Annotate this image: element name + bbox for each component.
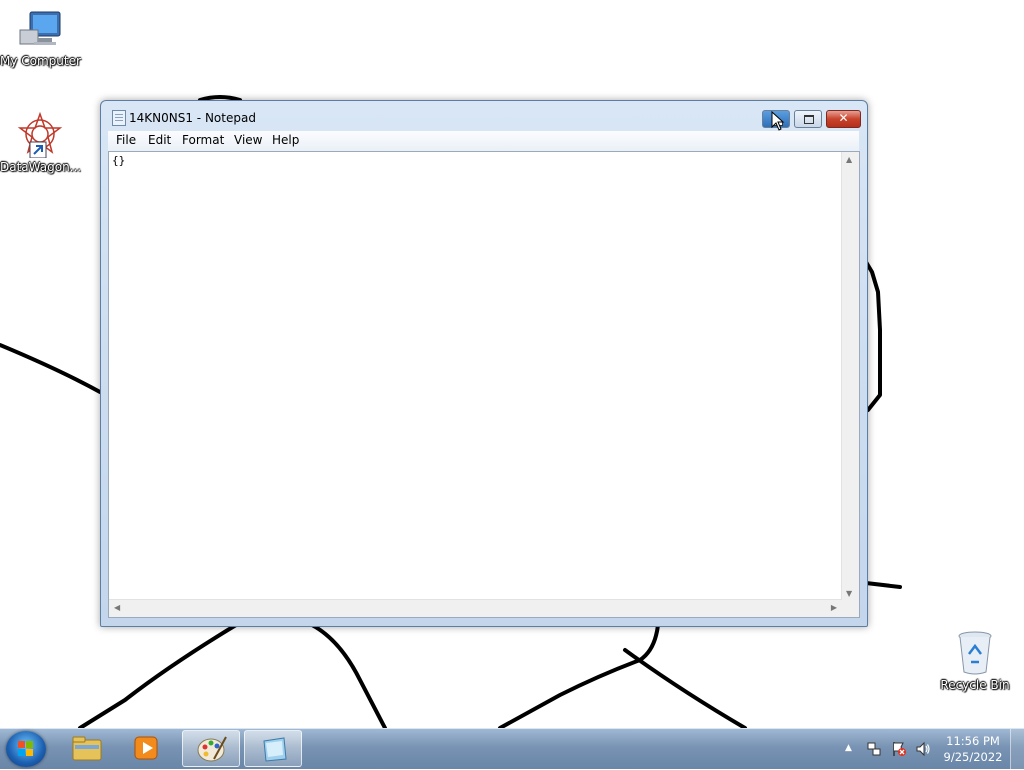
volume-speaker-icon[interactable] bbox=[915, 741, 931, 757]
menu-view[interactable]: View bbox=[234, 133, 262, 147]
menu-format[interactable]: Format bbox=[182, 133, 224, 147]
scroll-right-arrow-icon[interactable]: ▶ bbox=[831, 603, 837, 612]
taskbar-media-player-button[interactable] bbox=[118, 730, 176, 767]
menu-file[interactable]: File bbox=[116, 133, 136, 147]
desktop-icon-label: Recycle Bin bbox=[940, 678, 1010, 692]
show-desktop-button[interactable] bbox=[1010, 729, 1024, 769]
scroll-up-arrow-icon[interactable]: ▲ bbox=[846, 155, 852, 164]
notepad-icon bbox=[263, 737, 287, 762]
desktop-icon-label: My Computer bbox=[0, 54, 81, 68]
windows-logo-icon bbox=[18, 741, 33, 756]
window-title: 14KN0NS1 - Notepad bbox=[129, 111, 256, 125]
close-button[interactable]: ✕ bbox=[826, 110, 861, 128]
vertical-scrollbar[interactable]: ▲ ▼ bbox=[841, 152, 859, 600]
action-center-flag-icon[interactable] bbox=[891, 741, 907, 757]
menu-edit[interactable]: Edit bbox=[148, 133, 171, 147]
desktop-icon-label: DataWagon... bbox=[0, 160, 82, 174]
system-clock[interactable]: 11:56 PM 9/25/2022 bbox=[940, 733, 1006, 765]
close-icon: ✕ bbox=[838, 111, 849, 125]
text-editor-area[interactable]: {} ▲ ▼ ◀ ▶ bbox=[108, 151, 860, 618]
maximize-button[interactable] bbox=[794, 110, 822, 128]
taskbar-notepad-button[interactable] bbox=[244, 730, 302, 767]
menu-bar: File Edit Format View Help bbox=[108, 131, 859, 151]
datawagon-star-icon bbox=[17, 112, 63, 158]
network-icon[interactable] bbox=[866, 741, 882, 757]
clock-time: 11:56 PM bbox=[946, 734, 1000, 748]
paint-palette-icon bbox=[197, 736, 227, 762]
start-button[interactable] bbox=[6, 731, 46, 767]
show-hidden-icons-chevron-icon[interactable]: ▲ bbox=[845, 743, 852, 753]
scroll-left-arrow-icon[interactable]: ◀ bbox=[114, 603, 120, 612]
mouse-cursor-icon bbox=[771, 111, 785, 131]
notepad-window[interactable]: 14KN0NS1 - Notepad ✕ File Edit Format Vi… bbox=[100, 100, 868, 627]
clock-date: 9/25/2022 bbox=[943, 750, 1003, 764]
editor-text: {} bbox=[112, 154, 126, 167]
taskbar-paint-button[interactable] bbox=[182, 730, 240, 767]
recycle-bin-icon bbox=[958, 631, 992, 675]
resize-grip-icon[interactable] bbox=[842, 600, 859, 617]
desktop-icon-datawagon[interactable]: DataWagon... bbox=[0, 112, 82, 174]
horizontal-scrollbar[interactable]: ◀ ▶ bbox=[109, 599, 842, 617]
taskbar: ▲ 11:56 PM 9/25/2022 bbox=[0, 728, 1024, 769]
computer-icon bbox=[19, 11, 61, 45]
desktop-icon-recycle-bin[interactable]: Recycle Bin bbox=[935, 630, 1015, 692]
menu-help[interactable]: Help bbox=[272, 133, 299, 147]
scroll-down-arrow-icon[interactable]: ▼ bbox=[846, 589, 852, 598]
media-player-icon bbox=[134, 736, 158, 760]
folder-icon bbox=[72, 736, 102, 761]
notepad-app-icon[interactable] bbox=[112, 110, 126, 126]
desktop-icon-my-computer[interactable]: My Computer bbox=[0, 10, 81, 68]
title-bar[interactable]: 14KN0NS1 - Notepad ✕ bbox=[101, 101, 867, 131]
taskbar-explorer-button[interactable] bbox=[58, 730, 116, 767]
